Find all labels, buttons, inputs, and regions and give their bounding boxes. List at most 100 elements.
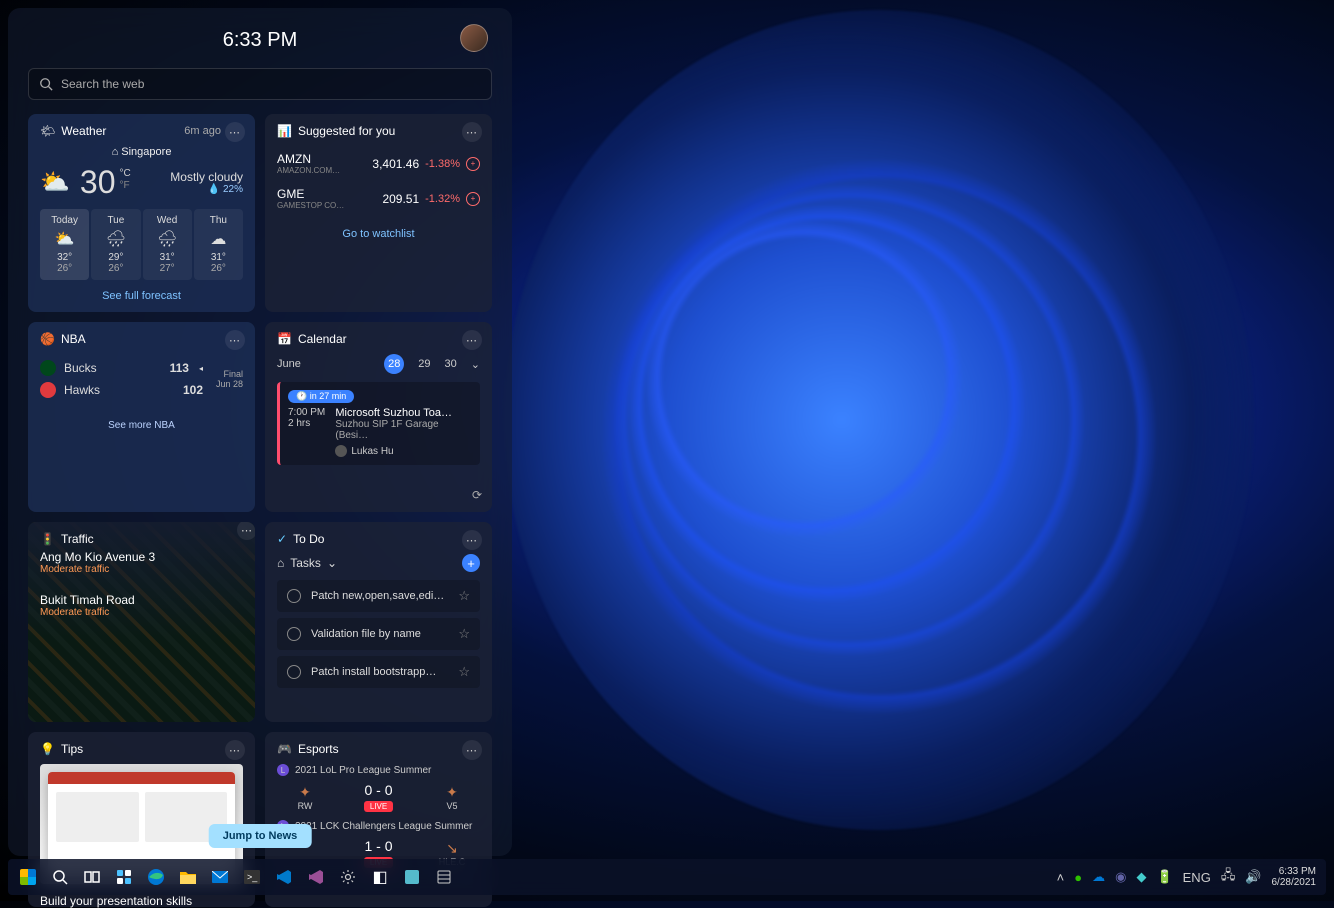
weather-updated: 6m ago — [184, 125, 221, 137]
calendar-event[interactable]: 🕐 in 27 min 7:00 PM2 hrs Microsoft Suzho… — [277, 382, 480, 465]
app-icon[interactable] — [398, 863, 426, 891]
taskbar-clock[interactable]: 6:33 PM 6/28/2021 — [1272, 866, 1317, 888]
calendar-widget[interactable]: 📅 Calendar ⋯ June 28 29 30 ⌄ 🕐 in 27 min… — [265, 322, 492, 512]
todo-item[interactable]: Validation file by name☆ — [277, 618, 480, 650]
weather-forecast-link[interactable]: See full forecast — [40, 290, 243, 302]
settings-icon[interactable] — [334, 863, 362, 891]
add-stock-icon[interactable]: + — [466, 157, 480, 171]
calendar-day-selected[interactable]: 28 — [384, 354, 404, 374]
visual-studio-icon[interactable] — [302, 863, 330, 891]
stocks-title: Suggested for you — [298, 124, 395, 138]
more-button[interactable]: ⋯ — [225, 330, 245, 350]
terminal-icon[interactable]: >_ — [238, 863, 266, 891]
battery-icon[interactable]: 🔋 — [1156, 869, 1172, 885]
task-view-icon[interactable] — [78, 863, 106, 891]
network-icon[interactable]: 🖧 — [1221, 866, 1236, 888]
user-avatar[interactable] — [460, 24, 488, 52]
weather-day[interactable]: Tue🌧29°26° — [91, 209, 140, 280]
teams-icon[interactable]: ◉ — [1115, 869, 1126, 885]
stocks-widget[interactable]: 📊 Suggested for you ⋯ AMZNAMAZON.COM… 3,… — [265, 114, 492, 312]
wallpaper-bloom — [504, 10, 1254, 830]
star-icon[interactable]: ☆ — [458, 588, 470, 604]
app-icon[interactable]: ◧ — [366, 863, 394, 891]
checkbox[interactable] — [287, 665, 301, 679]
add-stock-icon[interactable]: + — [466, 192, 480, 206]
bulb-icon: 💡 — [40, 742, 55, 756]
weather-title: Weather — [61, 124, 106, 138]
nba-more-link[interactable]: See more NBA — [40, 420, 243, 431]
explorer-icon[interactable] — [174, 863, 202, 891]
chevron-down-icon[interactable]: ⌄ — [327, 556, 337, 570]
calendar-day[interactable]: 29 — [418, 358, 430, 370]
nba-title: NBA — [61, 332, 86, 346]
more-button[interactable]: ⋯ — [462, 530, 482, 550]
search-icon — [39, 77, 53, 91]
check-icon: ✓ — [277, 532, 287, 546]
language-indicator[interactable]: ENG — [1183, 870, 1211, 885]
todo-item[interactable]: Patch new,open,save,edi…☆ — [277, 580, 480, 612]
jump-to-news-button[interactable]: Jump to News — [209, 824, 312, 848]
more-button[interactable]: ⋯ — [462, 330, 482, 350]
taskbar: >_ ◧ ˄ ● ☁ ◉ ◆ 🔋 ENG 🖧 🔊 6:33 PM 6/28/20… — [8, 859, 1326, 895]
traffic-title: Traffic — [61, 532, 94, 546]
calendar-month: June — [277, 358, 301, 370]
vscode-icon[interactable] — [270, 863, 298, 891]
more-button[interactable]: ⋯ — [225, 122, 245, 142]
security-icon[interactable]: ◆ — [1136, 869, 1146, 885]
traffic-route: Bukit Timah Road — [40, 593, 243, 607]
esports-title: Esports — [298, 742, 339, 756]
wechat-icon[interactable]: ● — [1074, 870, 1082, 885]
team-icon: ✦ — [432, 784, 472, 801]
stock-row[interactable]: GMEGAMESTOP CO… 209.51 -1.32% + — [277, 181, 480, 216]
more-button[interactable]: ⋯ — [462, 740, 482, 760]
gamepad-icon: 🎮 — [277, 742, 292, 756]
weather-widget[interactable]: 🌤 Weather 6m ago ⋯ ⌂ Singapore ⛅ 30 °C°F… — [28, 114, 255, 312]
start-button[interactable] — [14, 863, 42, 891]
calendar-icon: 📅 — [277, 332, 292, 346]
avatar-icon — [335, 445, 347, 457]
weather-condition: Mostly cloudy — [141, 170, 243, 184]
todo-item[interactable]: Patch install bootstrapp…☆ — [277, 656, 480, 688]
todo-widget[interactable]: ✓ To Do ⋯ ⌂ Tasks ⌄ + Patch new,open,sav… — [265, 522, 492, 722]
weather-day[interactable]: Today⛅32°26° — [40, 209, 89, 280]
widgets-panel: 6:33 PM Search the web 🌤 Weather 6m ago … — [8, 8, 512, 856]
more-button[interactable]: ⋯ — [462, 122, 482, 142]
search-icon[interactable] — [46, 863, 74, 891]
more-button[interactable]: ⋯ — [225, 740, 245, 760]
widgets-icon[interactable] — [110, 863, 138, 891]
star-icon[interactable]: ☆ — [458, 626, 470, 642]
chevron-down-icon[interactable]: ⌄ — [471, 358, 480, 371]
nba-widget[interactable]: 🏀 NBA ⋯ Bucks113◂ Hawks102 Final Jun 28 … — [28, 322, 255, 512]
traffic-widget[interactable]: 🚦 Traffic ⋯ Ang Mo Kio Avenue 3 Moderate… — [28, 522, 255, 722]
nba-icon: 🏀 — [40, 332, 55, 346]
add-task-button[interactable]: + — [462, 554, 480, 572]
checkbox[interactable] — [287, 627, 301, 641]
weather-location: Singapore — [121, 146, 171, 158]
chevron-up-icon[interactable]: ˄ — [1057, 870, 1065, 885]
panel-time: 6:33 PM — [223, 29, 297, 52]
todo-list-label[interactable]: Tasks — [290, 556, 321, 570]
weather-now-icon: ⛅ — [40, 168, 70, 197]
edge-icon[interactable] — [142, 863, 170, 891]
team-logo — [40, 382, 56, 398]
weather-forecast: Today⛅32°26° Tue🌧29°26° Wed🌧31°27° Thu☁3… — [40, 209, 243, 280]
checkbox[interactable] — [287, 589, 301, 603]
svg-text:>_: >_ — [247, 872, 258, 882]
search-input[interactable]: Search the web — [28, 68, 492, 100]
volume-icon[interactable]: 🔊 — [1245, 869, 1261, 885]
weather-precip: 22% — [223, 184, 243, 195]
more-button[interactable]: ⋯ — [237, 522, 255, 540]
system-tray[interactable]: ˄ ● ☁ ◉ ◆ 🔋 ENG 🖧 🔊 6:33 PM 6/28/2021 — [1057, 866, 1326, 888]
refresh-icon[interactable]: ⟳ — [472, 488, 482, 502]
mail-icon[interactable] — [206, 863, 234, 891]
weather-day[interactable]: Wed🌧31°27° — [143, 209, 192, 280]
calendar-day[interactable]: 30 — [445, 358, 457, 370]
app-icon[interactable] — [430, 863, 458, 891]
onedrive-icon[interactable]: ☁ — [1092, 869, 1105, 885]
star-icon[interactable]: ☆ — [458, 664, 470, 680]
watchlist-link[interactable]: Go to watchlist — [277, 228, 480, 240]
esports-match[interactable]: ✦RW 0 - 0LIVE ✦V5 — [277, 780, 480, 814]
stock-row[interactable]: AMZNAMAZON.COM… 3,401.46 -1.38% + — [277, 146, 480, 181]
weather-day[interactable]: Thu☁31°26° — [194, 209, 243, 280]
tips-text: Build your presentation skills — [40, 894, 243, 908]
